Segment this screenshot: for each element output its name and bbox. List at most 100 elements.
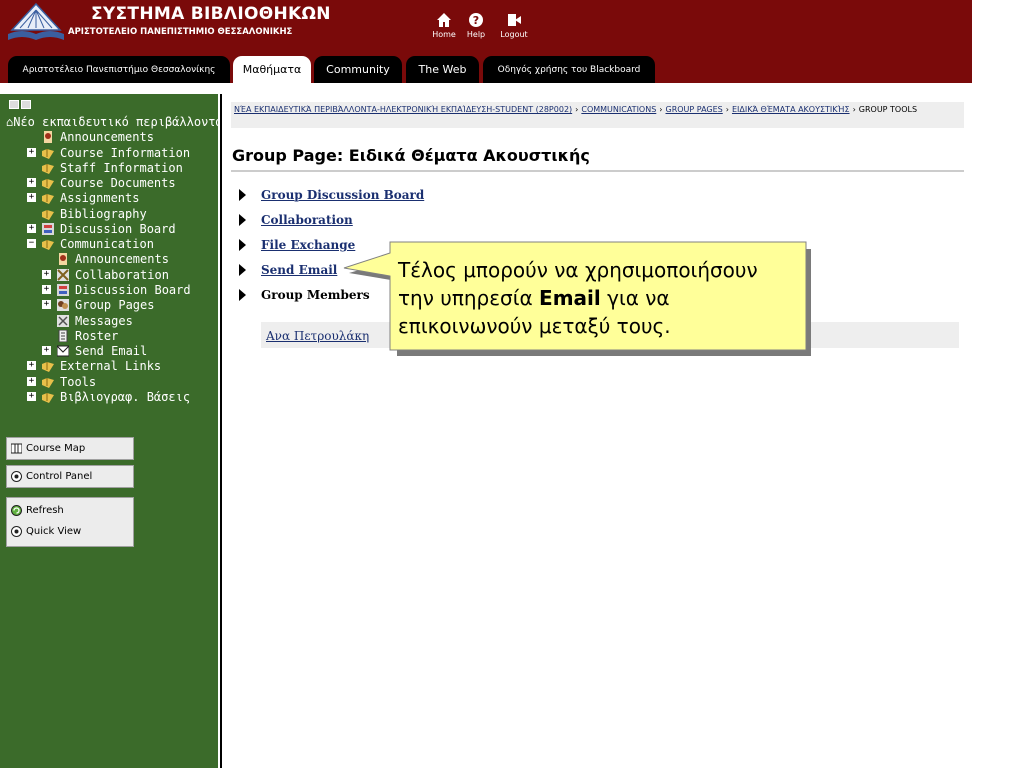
frame-divider[interactable]: [220, 94, 222, 768]
tab-community[interactable]: Community: [314, 56, 402, 83]
sidebar-item-collaboration[interactable]: + Collaboration: [42, 267, 169, 282]
group-tool-row: Collaboration: [239, 211, 353, 229]
folder-icon: [42, 361, 54, 372]
sidebar-item-label: Announcements: [75, 251, 169, 266]
expand-icon[interactable]: +: [27, 224, 36, 233]
expand-icon[interactable]: +: [42, 346, 51, 355]
home-icon: [437, 13, 451, 27]
sidebar-item-comm-discussion-board[interactable]: + Discussion Board: [42, 282, 191, 297]
announcement-icon: [44, 130, 52, 143]
messages-icon: [57, 314, 69, 327]
sidebar-item-label: External Links: [60, 358, 162, 373]
breadcrumb-separator: ›: [659, 105, 663, 114]
expand-icon[interactable]: +: [27, 148, 36, 157]
tab-auth[interactable]: Αριστοτέλειο Πανεπιστήμιο Θεσσαλονίκης: [8, 56, 230, 83]
group-tool-row: Group Discussion Board: [239, 186, 424, 204]
logout-nav-button[interactable]: Logout: [495, 12, 533, 39]
help-label: Help: [466, 30, 486, 39]
arrow-right-icon: [239, 189, 246, 201]
sidebar-item-bibliographic-databases[interactable]: + Βιβλιογραφ. Βάσεις: [27, 389, 190, 404]
arrow-right-icon: [239, 264, 246, 276]
sidebar-item-label: Communication: [60, 236, 154, 251]
discussion-icon: [57, 283, 69, 296]
course-map-button[interactable]: Course Map: [7, 438, 133, 459]
help-icon: ?: [469, 13, 483, 27]
sidebar-item-tools[interactable]: + Tools: [27, 374, 96, 389]
breadcrumb-group[interactable]: ΕΙΔΙΚΆ ΘΈΜΑΤΑ ΑΚΟΥΣΤΙΚΉΣ: [732, 105, 850, 114]
folder-icon: [42, 239, 54, 250]
control-panel-button[interactable]: Control Panel: [7, 466, 133, 487]
expand-icon[interactable]: +: [27, 193, 36, 202]
sidebar-item-label: Course Information: [60, 145, 191, 160]
logout-label: Logout: [500, 30, 528, 39]
quick-view-icon: [11, 526, 22, 537]
expand-icon[interactable]: +: [27, 377, 36, 386]
refresh-icon: [11, 505, 22, 516]
folder-icon: [42, 377, 54, 388]
refresh-quickview-box: Refresh Quick View: [6, 497, 134, 547]
sidebar-item-label: Βιβλιογραφ. Βάσεις: [60, 389, 191, 404]
sidebar-item-assignments[interactable]: + Assignments: [27, 190, 139, 205]
group-tool-row: File Exchange: [239, 236, 355, 254]
sidebar-item-comm-announcements[interactable]: Announcements: [57, 251, 169, 266]
expand-icon[interactable]: +: [42, 300, 51, 309]
group-icon: [57, 298, 69, 311]
sidebar-item-label: Group Pages: [75, 297, 155, 312]
quick-view-button[interactable]: Quick View: [7, 521, 133, 542]
callout-text: Τέλος μπορούν να χρησιμοποιήσουν την υπη…: [398, 256, 798, 340]
collapse-all-icon[interactable]: [21, 100, 31, 109]
sidebar-item-discussion-board[interactable]: + Discussion Board: [27, 221, 176, 236]
arrow-right-icon: [239, 214, 246, 226]
breadcrumb-course[interactable]: ΝΈΑ ΕΚΠΑΙΔΕΥΤΙΚΆ ΠΕΡΙΒΆΛΛΟΝΤΑ-ΗΛΕΚΤΡΟΝΙΚ…: [234, 105, 572, 114]
expand-all-icon[interactable]: [9, 100, 19, 109]
send-email-link[interactable]: Send Email: [261, 263, 337, 277]
group-discussion-board-link[interactable]: Group Discussion Board: [261, 188, 424, 202]
expand-icon[interactable]: +: [27, 178, 36, 187]
expand-icon[interactable]: +: [27, 392, 36, 401]
sidebar-item-roster[interactable]: Roster: [57, 328, 118, 343]
breadcrumb-communications[interactable]: COMMUNICATIONS: [581, 105, 656, 114]
help-nav-button[interactable]: ? Help: [457, 12, 495, 39]
sidebar-item-label: Discussion Board: [60, 221, 176, 236]
announcement-icon: [59, 252, 67, 265]
sidebar-item-label: Staff Information: [60, 160, 183, 175]
sidebar-item-group-pages[interactable]: + Group Pages: [42, 297, 154, 312]
roster-icon: [58, 329, 68, 342]
collaboration-link[interactable]: Collaboration: [261, 213, 353, 227]
breadcrumb: ΝΈΑ ΕΚΠΑΙΔΕΥΤΙΚΆ ΠΕΡΙΒΆΛΛΟΝΤΑ-ΗΛΕΚΤΡΟΝΙΚ…: [231, 102, 964, 128]
collapse-icon[interactable]: −: [27, 239, 36, 248]
sidebar-item-course-information[interactable]: + Course Information: [27, 145, 190, 160]
sidebar-item-messages[interactable]: Messages: [57, 313, 133, 328]
sidebar-item-staff-information[interactable]: Staff Information: [42, 160, 183, 175]
tab-courses[interactable]: Μαθήματα: [233, 56, 311, 83]
expand-icon[interactable]: +: [42, 270, 51, 279]
sidebar-item-send-email[interactable]: + Send Email: [42, 343, 147, 358]
system-title: ΣΥΣΤΗΜΑ ΒΙΒΛΙΟΘΗΚΩΝ: [91, 4, 331, 24]
page-title: Group Page: Ειδικά Θέματα Ακουστικής: [232, 146, 590, 165]
sidebar-item-communication[interactable]: − Communication: [27, 236, 154, 251]
expand-icon[interactable]: +: [42, 285, 51, 294]
tree-root[interactable]: ⌂Νέο εκπαιδευτικό περιβάλλοντα: [6, 115, 223, 129]
tab-blackboard-guide[interactable]: Οδηγός χρήσης του Blackboard: [483, 56, 655, 83]
refresh-button[interactable]: Refresh: [7, 500, 133, 521]
expand-icon[interactable]: +: [27, 361, 36, 370]
sidebar-item-label: Messages: [75, 313, 133, 328]
folder-icon: [42, 148, 54, 159]
breadcrumb-current: GROUP TOOLS: [858, 105, 918, 114]
sidebar-item-external-links[interactable]: + External Links: [27, 358, 161, 373]
logout-icon: [508, 14, 521, 26]
folder-icon: [42, 163, 54, 174]
refresh-label: Refresh: [26, 505, 64, 516]
sidebar-item-course-documents[interactable]: + Course Documents: [27, 175, 176, 190]
sidebar-item-label: Collaboration: [75, 267, 169, 282]
group-tool-row: Send Email: [239, 261, 337, 279]
arrow-right-icon: [239, 239, 246, 251]
course-menu-sidebar: ⌂Νέο εκπαιδευτικό περιβάλλοντα Announcem…: [0, 94, 223, 768]
sidebar-item-bibliography[interactable]: Bibliography: [42, 206, 147, 221]
tab-the-web[interactable]: The Web: [406, 56, 479, 83]
sidebar-item-label: Tools: [60, 374, 97, 389]
breadcrumb-group-pages[interactable]: GROUP PAGES: [666, 105, 723, 114]
sidebar-item-announcements[interactable]: Announcements: [42, 129, 154, 144]
control-panel-icon: [11, 471, 22, 482]
folder-icon: [42, 209, 54, 220]
